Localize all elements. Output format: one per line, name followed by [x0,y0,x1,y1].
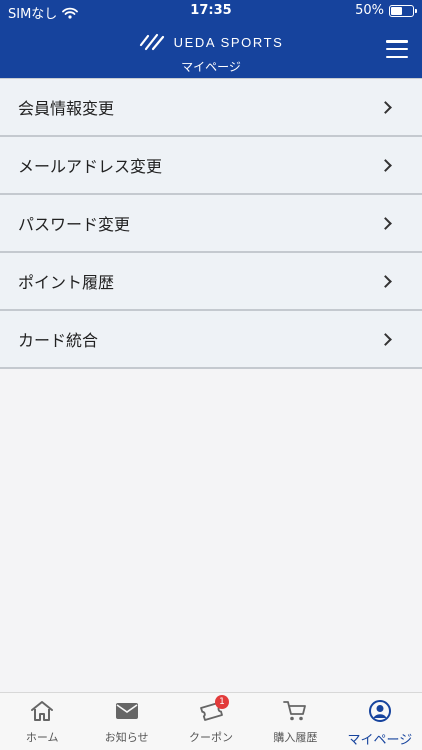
menu-item-member-info[interactable]: 会員情報変更 [0,79,422,137]
chevron-right-icon [379,216,392,230]
tab-coupons[interactable]: 1 クーポン [169,693,253,750]
brand-name: UEDA SPORTS [173,34,284,50]
menu-item-password[interactable]: パスワード変更 [0,195,422,253]
ticket-icon-wrap: 1 [198,695,230,723]
bottom-tab-bar: ホーム お知らせ 1 クーポン 購入履歴 マイページ [0,692,422,750]
tab-label: ホーム [25,731,59,744]
menu-item-label: メールアドレス変更 [18,157,163,176]
tab-purchase-history[interactable]: 購入履歴 [253,693,337,750]
tab-label: クーポン [189,731,234,744]
chevron-right-icon [379,100,392,114]
battery-fill [391,6,402,15]
tab-home[interactable]: ホーム [0,693,84,750]
battery-icon [389,4,417,17]
hamburger-line [386,55,408,58]
chevron-right-icon [379,274,392,288]
tab-label: お知らせ [104,731,149,744]
tab-mypage[interactable]: マイページ [338,693,422,750]
status-right: 50% [355,3,417,18]
menu-item-label: ポイント履歴 [18,273,115,292]
app-header: SIMなし 17:35 50% UEDA SPORTS マイページ [0,0,422,78]
hamburger-line [386,47,408,51]
mypage-menu-list: 会員情報変更 メールアドレス変更 パスワード変更 ポイント履歴 カード統合 [0,78,422,369]
menu-item-email[interactable]: メールアドレス変更 [0,137,422,195]
tab-notices[interactable]: お知らせ [84,693,168,750]
menu-item-label: 会員情報変更 [18,99,115,118]
battery-percent: 50% [355,3,384,18]
mail-icon [115,703,138,719]
menu-item-label: パスワード変更 [18,215,131,234]
brand-logo: UEDA SPORTS [0,30,422,54]
user-circle-icon [368,700,391,722]
status-bar: SIMなし 17:35 50% [0,0,422,22]
tab-label: マイページ [347,733,413,748]
page-title: マイページ [181,60,241,74]
hamburger-line [386,40,408,43]
chevron-right-icon [379,332,392,346]
cart-icon [283,701,307,721]
home-icon [31,701,54,721]
menu-item-label: カード統合 [18,331,99,350]
menu-item-points-history[interactable]: ポイント履歴 [0,253,422,311]
tab-label: 購入履歴 [273,731,318,744]
hamburger-menu-button[interactable] [386,40,408,58]
coupon-badge: 1 [215,695,230,709]
menu-item-card-merge[interactable]: カード統合 [0,311,422,369]
chevron-right-icon [379,158,392,172]
brand-mark-icon [139,33,164,51]
